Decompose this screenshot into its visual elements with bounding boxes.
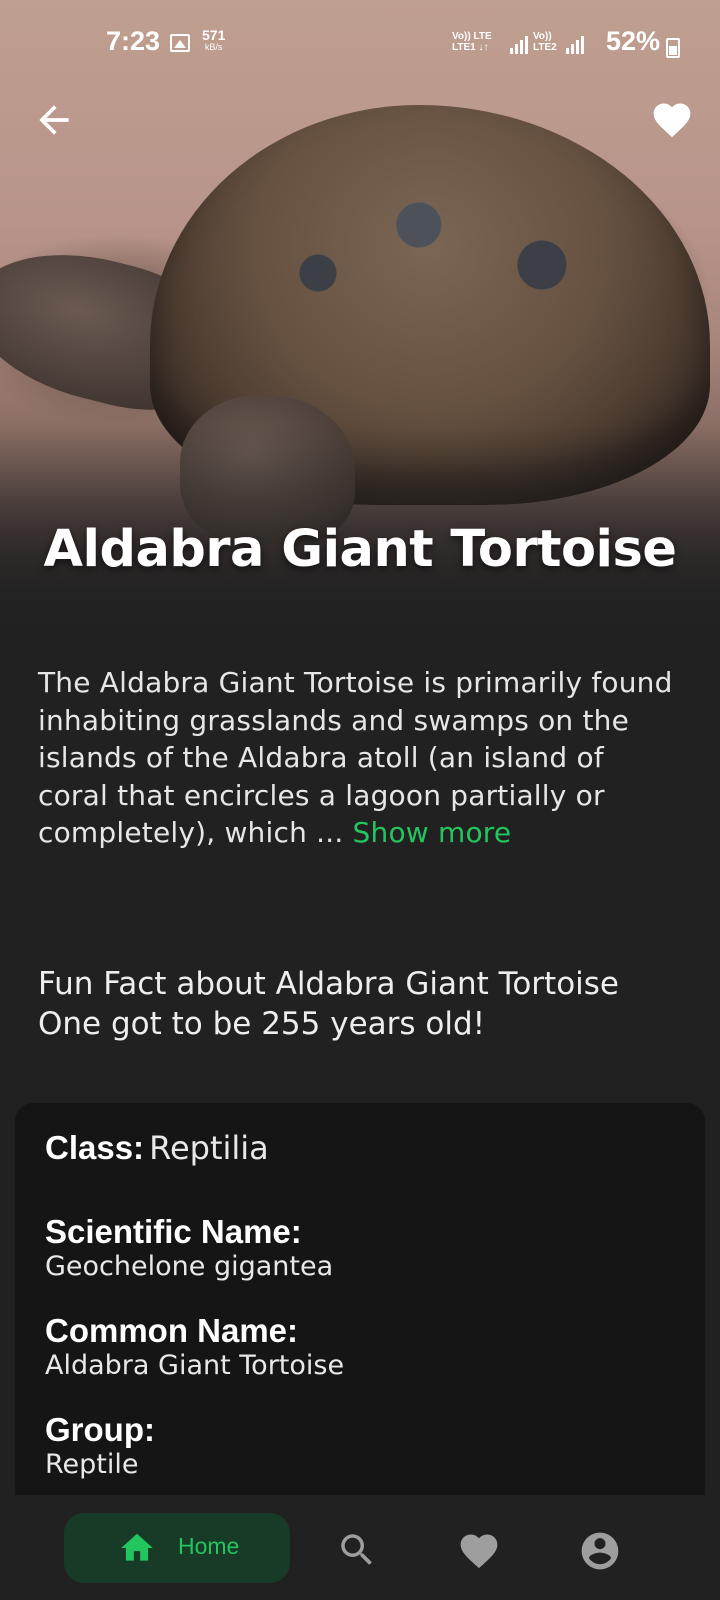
network-sim1-bottom: LTE1 ↓↑ bbox=[452, 42, 489, 53]
heart-icon bbox=[653, 103, 691, 138]
network-sim1-top: Vo)) LTE bbox=[452, 31, 492, 42]
account-icon bbox=[581, 1532, 619, 1570]
nav-favorites[interactable] bbox=[457, 1529, 499, 1571]
nav-profile[interactable] bbox=[578, 1529, 620, 1571]
info-class: Class: Reptilia bbox=[45, 1129, 675, 1167]
gallery-icon bbox=[170, 34, 190, 52]
bottom-navigation: Home bbox=[0, 1495, 720, 1600]
favorite-button[interactable] bbox=[650, 98, 696, 142]
network-speed: 571 kB/s bbox=[202, 28, 225, 53]
info-common-name: Common Name: Aldabra Giant Tortoise bbox=[45, 1312, 675, 1381]
nav-home-label: Home bbox=[178, 1533, 240, 1559]
status-bar: 7:23 571 kB/s Vo)) LTE LTE1 ↓↑ Vo)) LTE2… bbox=[0, 22, 720, 66]
nav-home[interactable]: Home bbox=[64, 1513, 290, 1583]
battery-icon bbox=[666, 38, 680, 58]
status-time: 7:23 bbox=[106, 26, 161, 56]
search-icon bbox=[341, 1534, 372, 1565]
nav-search[interactable] bbox=[336, 1529, 378, 1571]
battery-percent: 52% bbox=[606, 26, 661, 56]
info-group: Group: Reptile bbox=[45, 1411, 675, 1480]
description: The Aldabra Giant Tortoise is primarily … bbox=[38, 664, 678, 852]
fun-fact-text: One got to be 255 years old! bbox=[38, 1006, 486, 1042]
info-common-label: Common Name: bbox=[45, 1312, 299, 1349]
info-class-label: Class: bbox=[45, 1129, 145, 1166]
info-group-value: Reptile bbox=[45, 1449, 139, 1480]
network-sim1: Vo)) LTE LTE1 ↓↑ bbox=[452, 31, 492, 53]
network-sim2-bottom: LTE2 bbox=[533, 42, 557, 53]
fun-fact-heading: Fun Fact about Aldabra Giant Tortoise bbox=[38, 966, 620, 1002]
heart-icon bbox=[460, 1534, 498, 1569]
info-common-value: Aldabra Giant Tortoise bbox=[45, 1350, 345, 1381]
signal-icon-2 bbox=[566, 36, 584, 54]
animal-title: Aldabra Giant Tortoise bbox=[43, 520, 677, 579]
info-scientific-name: Scientific Name: Geochelone gigantea bbox=[45, 1213, 675, 1282]
network-speed-unit: kB/s bbox=[204, 42, 223, 52]
info-scientific-label: Scientific Name: bbox=[45, 1213, 302, 1250]
signal-icon bbox=[510, 36, 528, 54]
info-scientific-value: Geochelone gigantea bbox=[45, 1251, 334, 1282]
home-icon bbox=[121, 1533, 153, 1561]
back-button[interactable] bbox=[32, 98, 76, 142]
info-class-value: Reptilia bbox=[149, 1129, 269, 1167]
arrow-left-icon bbox=[39, 105, 69, 135]
network-sim2-top: Vo)) bbox=[533, 31, 552, 42]
network-sim2: Vo)) LTE2 bbox=[533, 31, 557, 53]
info-group-label: Group: bbox=[45, 1411, 155, 1448]
fun-fact: Fun Fact about Aldabra Giant Tortoise On… bbox=[38, 964, 698, 1044]
show-more-link[interactable]: Show more bbox=[353, 816, 512, 849]
